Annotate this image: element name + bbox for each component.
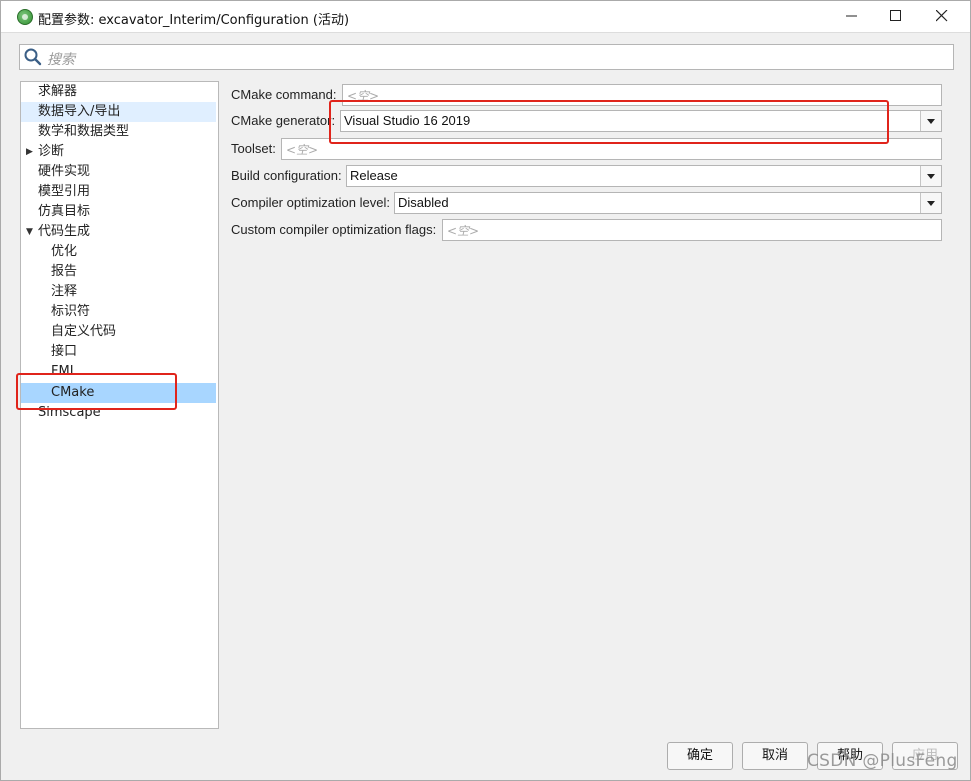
- minimize-icon: [846, 15, 857, 17]
- search-input[interactable]: 搜索: [19, 44, 954, 70]
- close-button[interactable]: [919, 1, 965, 32]
- tree-item-diagnostics[interactable]: ▶ 诊断: [21, 142, 216, 162]
- tree-item-hardware[interactable]: 硬件实现: [21, 162, 216, 182]
- tree-item-label: 数学和数据类型: [38, 124, 130, 139]
- search-placeholder: 搜索: [47, 52, 75, 68]
- compiler-optimization-value: Disabled: [398, 195, 449, 210]
- config-parameters-window: 配置参数: excavator_Interim/Configuration (活…: [0, 0, 971, 781]
- tree-item-report[interactable]: 报告: [21, 262, 216, 282]
- custom-compiler-flags-placeholder: <空>: [447, 224, 480, 238]
- maximize-button[interactable]: [873, 1, 919, 32]
- compiler-optimization-row: Compiler optimization level: Disabled: [231, 192, 942, 214]
- window-title: 配置参数: excavator_Interim/Configuration (活…: [38, 13, 350, 28]
- watermark-text: CSDN @PlusFeng: [807, 751, 958, 771]
- tree-item-custom-code[interactable]: 自定义代码: [21, 322, 216, 342]
- collapse-arrow-icon[interactable]: ▼: [26, 222, 33, 242]
- tree-item-model-referencing[interactable]: 模型引用: [21, 182, 216, 202]
- tree-item-label: 诊断: [38, 144, 65, 159]
- tree-item-label: 接口: [51, 344, 78, 359]
- toolset-placeholder: <空>: [286, 143, 319, 157]
- chevron-down-icon[interactable]: [920, 193, 941, 213]
- tree-item-optimization[interactable]: 优化: [21, 242, 216, 262]
- tree-item-comments[interactable]: 注释: [21, 282, 216, 302]
- maximize-icon: [890, 10, 901, 21]
- minimize-button[interactable]: [829, 1, 875, 32]
- cancel-button[interactable]: 取消: [742, 742, 808, 770]
- close-icon: [936, 10, 948, 22]
- tree-item-interface[interactable]: 接口: [21, 342, 216, 362]
- tree-item-label: 自定义代码: [51, 324, 117, 339]
- tree-item-simulation-target[interactable]: 仿真目标: [21, 202, 216, 222]
- tree-item-label: 硬件实现: [38, 164, 91, 179]
- tree-item-label: 模型引用: [38, 184, 91, 199]
- tree-item-label: 注释: [51, 284, 78, 299]
- tree-item-code-generation[interactable]: ▼ 代码生成: [21, 222, 216, 242]
- tree-item-label: 标识符: [51, 304, 91, 319]
- custom-compiler-flags-label: Custom compiler optimization flags:: [231, 222, 437, 237]
- expand-arrow-icon[interactable]: ▶: [26, 142, 33, 162]
- chevron-down-icon[interactable]: [920, 111, 941, 131]
- tree-item-label: 仿真目标: [38, 204, 91, 219]
- build-configuration-row: Build configuration: Release: [231, 165, 942, 187]
- tree-item-label: 求解器: [38, 84, 78, 99]
- annotation-highlight-cmake: [16, 373, 177, 410]
- annotation-highlight-generator: [329, 100, 889, 144]
- compiler-optimization-label: Compiler optimization level:: [231, 195, 390, 210]
- tree-item-label: 数据导入/导出: [38, 104, 121, 119]
- tree-item-identifiers[interactable]: 标识符: [21, 302, 216, 322]
- custom-compiler-flags-input[interactable]: <空>: [442, 219, 942, 241]
- tree-item-label: 代码生成: [38, 224, 91, 239]
- tree-item-label: 报告: [51, 264, 78, 279]
- tree-item-data-import-export[interactable]: 数据导入/导出: [21, 102, 216, 122]
- custom-compiler-flags-row: Custom compiler optimization flags: <空>: [231, 219, 942, 241]
- cmake-generator-label: CMake generator:: [231, 113, 336, 128]
- cmake-command-label: CMake command:: [231, 87, 337, 102]
- build-configuration-label: Build configuration:: [231, 168, 342, 183]
- build-configuration-select[interactable]: Release: [346, 165, 942, 187]
- title-bar: 配置参数: excavator_Interim/Configuration (活…: [1, 1, 970, 33]
- compiler-optimization-select[interactable]: Disabled: [394, 192, 942, 214]
- build-configuration-value: Release: [350, 168, 398, 183]
- ok-button[interactable]: 确定: [667, 742, 733, 770]
- search-icon: [24, 48, 42, 66]
- tree-item-label: 优化: [51, 244, 78, 259]
- toolset-label: Toolset:: [231, 141, 276, 156]
- matlab-app-icon: [17, 9, 33, 25]
- tree-item-solver[interactable]: 求解器: [21, 82, 216, 102]
- chevron-down-icon[interactable]: [920, 166, 941, 186]
- tree-item-math-data-types[interactable]: 数学和数据类型: [21, 122, 216, 142]
